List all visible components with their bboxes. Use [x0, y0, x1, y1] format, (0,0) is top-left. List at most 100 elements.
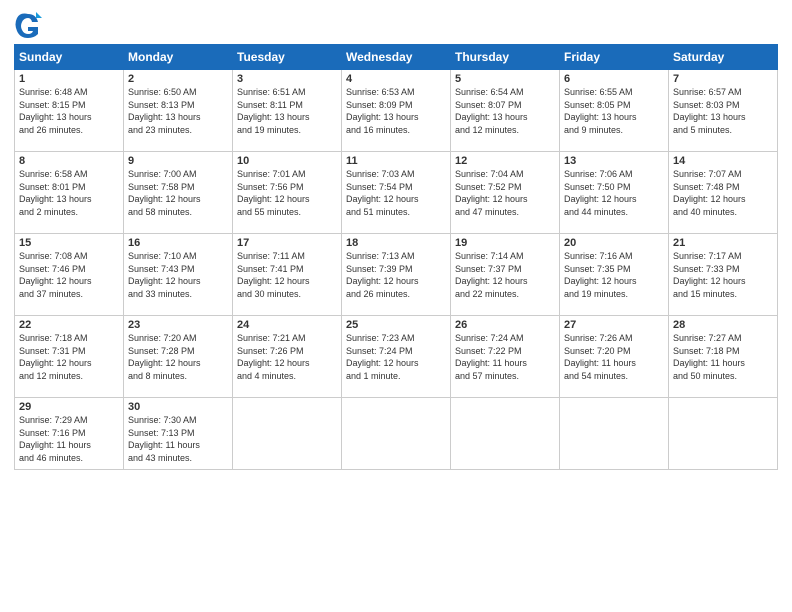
- day-number: 15: [19, 237, 119, 249]
- day-number: 16: [128, 237, 228, 249]
- calendar-cell: 9Sunrise: 7:00 AM Sunset: 7:58 PM Daylig…: [124, 152, 233, 234]
- calendar-cell: 3Sunrise: 6:51 AM Sunset: 8:11 PM Daylig…: [233, 70, 342, 152]
- day-detail: Sunrise: 7:16 AM Sunset: 7:35 PM Dayligh…: [564, 250, 664, 300]
- day-detail: Sunrise: 7:11 AM Sunset: 7:41 PM Dayligh…: [237, 250, 337, 300]
- calendar-cell: 5Sunrise: 6:54 AM Sunset: 8:07 PM Daylig…: [451, 70, 560, 152]
- calendar-cell: 21Sunrise: 7:17 AM Sunset: 7:33 PM Dayli…: [669, 234, 778, 316]
- calendar-cell: 1Sunrise: 6:48 AM Sunset: 8:15 PM Daylig…: [15, 70, 124, 152]
- day-detail: Sunrise: 7:21 AM Sunset: 7:26 PM Dayligh…: [237, 332, 337, 382]
- day-detail: Sunrise: 6:51 AM Sunset: 8:11 PM Dayligh…: [237, 86, 337, 136]
- calendar-cell: 19Sunrise: 7:14 AM Sunset: 7:37 PM Dayli…: [451, 234, 560, 316]
- day-number: 30: [128, 401, 228, 413]
- day-detail: Sunrise: 7:17 AM Sunset: 7:33 PM Dayligh…: [673, 250, 773, 300]
- calendar-cell: 22Sunrise: 7:18 AM Sunset: 7:31 PM Dayli…: [15, 316, 124, 398]
- day-number: 18: [346, 237, 446, 249]
- day-number: 21: [673, 237, 773, 249]
- day-number: 25: [346, 319, 446, 331]
- page: SundayMondayTuesdayWednesdayThursdayFrid…: [0, 0, 792, 612]
- calendar-cell: 12Sunrise: 7:04 AM Sunset: 7:52 PM Dayli…: [451, 152, 560, 234]
- week-row-3: 15Sunrise: 7:08 AM Sunset: 7:46 PM Dayli…: [15, 234, 778, 316]
- week-row-1: 1Sunrise: 6:48 AM Sunset: 8:15 PM Daylig…: [15, 70, 778, 152]
- day-detail: Sunrise: 7:04 AM Sunset: 7:52 PM Dayligh…: [455, 168, 555, 218]
- day-number: 6: [564, 73, 664, 85]
- calendar-header-row: SundayMondayTuesdayWednesdayThursdayFrid…: [15, 45, 778, 70]
- header-saturday: Saturday: [669, 45, 778, 70]
- day-number: 8: [19, 155, 119, 167]
- calendar-cell: 30Sunrise: 7:30 AM Sunset: 7:13 PM Dayli…: [124, 398, 233, 470]
- day-detail: Sunrise: 7:23 AM Sunset: 7:24 PM Dayligh…: [346, 332, 446, 382]
- day-detail: Sunrise: 7:03 AM Sunset: 7:54 PM Dayligh…: [346, 168, 446, 218]
- calendar-cell: 20Sunrise: 7:16 AM Sunset: 7:35 PM Dayli…: [560, 234, 669, 316]
- calendar-cell: 16Sunrise: 7:10 AM Sunset: 7:43 PM Dayli…: [124, 234, 233, 316]
- day-detail: Sunrise: 6:54 AM Sunset: 8:07 PM Dayligh…: [455, 86, 555, 136]
- day-detail: Sunrise: 6:48 AM Sunset: 8:15 PM Dayligh…: [19, 86, 119, 136]
- day-number: 26: [455, 319, 555, 331]
- calendar-cell: 27Sunrise: 7:26 AM Sunset: 7:20 PM Dayli…: [560, 316, 669, 398]
- day-number: 11: [346, 155, 446, 167]
- calendar-cell: 28Sunrise: 7:27 AM Sunset: 7:18 PM Dayli…: [669, 316, 778, 398]
- header-wednesday: Wednesday: [342, 45, 451, 70]
- calendar-cell: 10Sunrise: 7:01 AM Sunset: 7:56 PM Dayli…: [233, 152, 342, 234]
- day-number: 2: [128, 73, 228, 85]
- day-detail: Sunrise: 6:53 AM Sunset: 8:09 PM Dayligh…: [346, 86, 446, 136]
- week-row-4: 22Sunrise: 7:18 AM Sunset: 7:31 PM Dayli…: [15, 316, 778, 398]
- day-detail: Sunrise: 7:26 AM Sunset: 7:20 PM Dayligh…: [564, 332, 664, 382]
- week-row-2: 8Sunrise: 6:58 AM Sunset: 8:01 PM Daylig…: [15, 152, 778, 234]
- calendar-cell: 29Sunrise: 7:29 AM Sunset: 7:16 PM Dayli…: [15, 398, 124, 470]
- header: [14, 10, 778, 38]
- calendar: SundayMondayTuesdayWednesdayThursdayFrid…: [14, 44, 778, 470]
- day-detail: Sunrise: 7:08 AM Sunset: 7:46 PM Dayligh…: [19, 250, 119, 300]
- header-tuesday: Tuesday: [233, 45, 342, 70]
- day-number: 13: [564, 155, 664, 167]
- day-number: 4: [346, 73, 446, 85]
- calendar-cell: 24Sunrise: 7:21 AM Sunset: 7:26 PM Dayli…: [233, 316, 342, 398]
- day-detail: Sunrise: 7:01 AM Sunset: 7:56 PM Dayligh…: [237, 168, 337, 218]
- day-detail: Sunrise: 7:13 AM Sunset: 7:39 PM Dayligh…: [346, 250, 446, 300]
- calendar-cell: 14Sunrise: 7:07 AM Sunset: 7:48 PM Dayli…: [669, 152, 778, 234]
- day-number: 7: [673, 73, 773, 85]
- day-number: 22: [19, 319, 119, 331]
- header-sunday: Sunday: [15, 45, 124, 70]
- day-detail: Sunrise: 7:27 AM Sunset: 7:18 PM Dayligh…: [673, 332, 773, 382]
- day-detail: Sunrise: 7:10 AM Sunset: 7:43 PM Dayligh…: [128, 250, 228, 300]
- day-number: 3: [237, 73, 337, 85]
- calendar-cell: [233, 398, 342, 470]
- calendar-cell: 4Sunrise: 6:53 AM Sunset: 8:09 PM Daylig…: [342, 70, 451, 152]
- calendar-cell: 6Sunrise: 6:55 AM Sunset: 8:05 PM Daylig…: [560, 70, 669, 152]
- day-number: 27: [564, 319, 664, 331]
- day-number: 29: [19, 401, 119, 413]
- day-number: 19: [455, 237, 555, 249]
- calendar-cell: [669, 398, 778, 470]
- week-row-5: 29Sunrise: 7:29 AM Sunset: 7:16 PM Dayli…: [15, 398, 778, 470]
- day-detail: Sunrise: 7:29 AM Sunset: 7:16 PM Dayligh…: [19, 414, 119, 464]
- day-number: 23: [128, 319, 228, 331]
- day-detail: Sunrise: 7:00 AM Sunset: 7:58 PM Dayligh…: [128, 168, 228, 218]
- day-number: 10: [237, 155, 337, 167]
- day-detail: Sunrise: 6:50 AM Sunset: 8:13 PM Dayligh…: [128, 86, 228, 136]
- day-number: 20: [564, 237, 664, 249]
- calendar-cell: 18Sunrise: 7:13 AM Sunset: 7:39 PM Dayli…: [342, 234, 451, 316]
- day-number: 1: [19, 73, 119, 85]
- day-number: 12: [455, 155, 555, 167]
- day-detail: Sunrise: 6:55 AM Sunset: 8:05 PM Dayligh…: [564, 86, 664, 136]
- day-detail: Sunrise: 6:58 AM Sunset: 8:01 PM Dayligh…: [19, 168, 119, 218]
- day-detail: Sunrise: 7:24 AM Sunset: 7:22 PM Dayligh…: [455, 332, 555, 382]
- calendar-cell: [560, 398, 669, 470]
- logo-icon: [14, 10, 42, 38]
- calendar-cell: 25Sunrise: 7:23 AM Sunset: 7:24 PM Dayli…: [342, 316, 451, 398]
- day-number: 5: [455, 73, 555, 85]
- day-detail: Sunrise: 7:07 AM Sunset: 7:48 PM Dayligh…: [673, 168, 773, 218]
- day-number: 9: [128, 155, 228, 167]
- logo: [14, 10, 46, 38]
- day-detail: Sunrise: 7:14 AM Sunset: 7:37 PM Dayligh…: [455, 250, 555, 300]
- header-friday: Friday: [560, 45, 669, 70]
- day-number: 28: [673, 319, 773, 331]
- calendar-cell: 17Sunrise: 7:11 AM Sunset: 7:41 PM Dayli…: [233, 234, 342, 316]
- day-detail: Sunrise: 7:06 AM Sunset: 7:50 PM Dayligh…: [564, 168, 664, 218]
- calendar-cell: [451, 398, 560, 470]
- calendar-cell: 7Sunrise: 6:57 AM Sunset: 8:03 PM Daylig…: [669, 70, 778, 152]
- day-detail: Sunrise: 6:57 AM Sunset: 8:03 PM Dayligh…: [673, 86, 773, 136]
- header-monday: Monday: [124, 45, 233, 70]
- calendar-cell: [342, 398, 451, 470]
- calendar-cell: 11Sunrise: 7:03 AM Sunset: 7:54 PM Dayli…: [342, 152, 451, 234]
